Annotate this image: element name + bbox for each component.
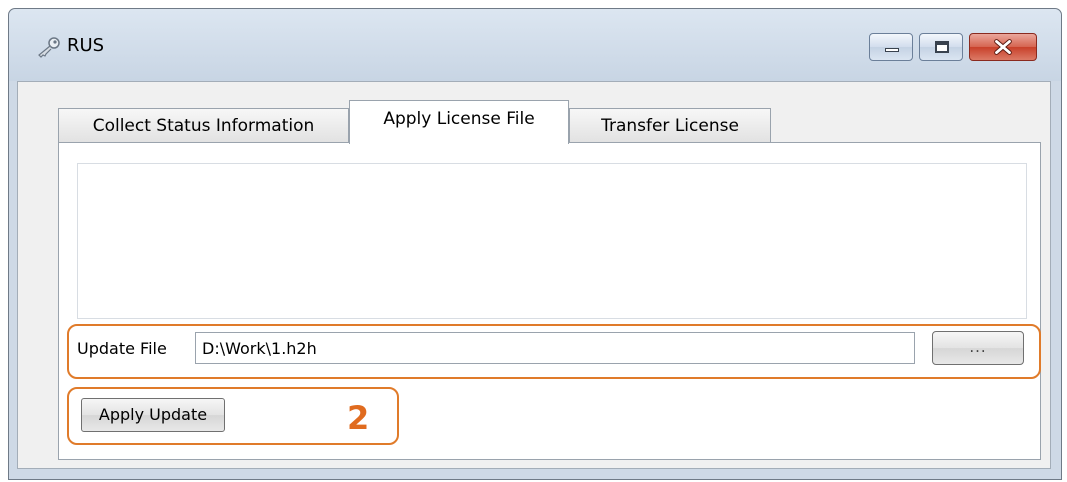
- app-window: RUS Collect Status Information Apply Lic…: [8, 8, 1062, 480]
- key-icon: [38, 37, 60, 58]
- minimize-button[interactable]: [869, 33, 913, 61]
- close-icon: [994, 39, 1012, 55]
- maximize-icon: [935, 41, 949, 53]
- tab-transfer-license[interactable]: Transfer License: [569, 108, 771, 142]
- callout-number-2: 2: [347, 399, 370, 437]
- update-file-label: Update File: [77, 339, 167, 358]
- browse-button[interactable]: ...: [932, 331, 1024, 365]
- title-bar[interactable]: RUS: [9, 9, 1061, 81]
- close-button[interactable]: [969, 33, 1037, 61]
- tab-collect-status-information[interactable]: Collect Status Information: [58, 108, 349, 142]
- window-title: RUS: [67, 35, 105, 56]
- status-text-area[interactable]: [77, 163, 1027, 319]
- apply-license-panel: 1 2 Update File ... Apply Update: [58, 142, 1041, 460]
- update-file-input[interactable]: [195, 332, 915, 364]
- maximize-button[interactable]: [919, 33, 963, 61]
- apply-update-button[interactable]: Apply Update: [81, 398, 225, 432]
- minimize-icon: [885, 48, 899, 52]
- client-area: Collect Status Information Apply License…: [17, 81, 1051, 469]
- tab-apply-license-file[interactable]: Apply License File: [349, 100, 569, 144]
